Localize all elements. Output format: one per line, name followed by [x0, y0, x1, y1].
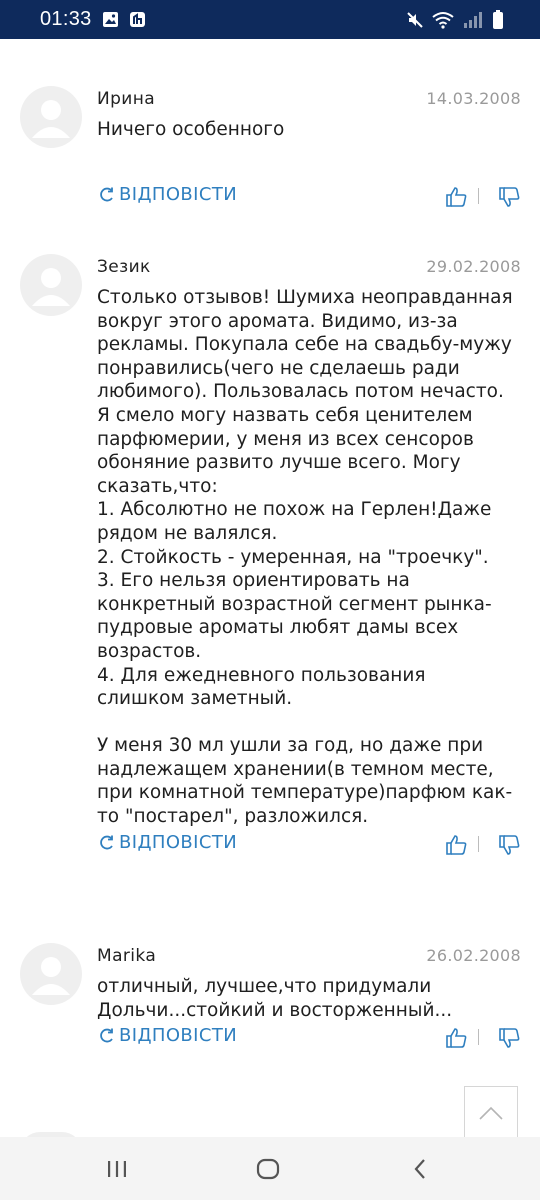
user-placeholder-icon — [32, 268, 70, 306]
like-button[interactable] — [445, 185, 469, 213]
user-placeholder-icon — [32, 100, 70, 138]
comment-actions: ВІДПОВІСТИ — [0, 1025, 540, 1053]
dislike-button[interactable] — [498, 1026, 522, 1054]
reply-button[interactable]: ВІДПОВІСТИ — [97, 1025, 237, 1046]
comment-author: Зезик — [97, 257, 151, 277]
dislike-button[interactable] — [498, 185, 522, 213]
thumbs-up-icon — [446, 187, 467, 207]
comment-text: Ничего особенного — [97, 119, 285, 140]
avatar — [20, 254, 82, 316]
reply-icon — [100, 835, 113, 849]
chevron-up-icon — [479, 1106, 503, 1120]
rating-divider — [478, 836, 479, 852]
comments-list[interactable]: Ирина 14.03.2008 Ничего особенного ВІДПО… — [0, 39, 540, 1137]
comment-actions: ВІДПОВІСТИ — [0, 832, 540, 860]
status-right — [406, 9, 504, 30]
status-time: 01:33 — [40, 8, 92, 30]
reply-icon — [100, 1028, 113, 1042]
thumbs-down-icon — [499, 835, 520, 855]
comment-author: Ирина — [97, 89, 156, 109]
reply-icon — [100, 187, 113, 201]
back-to-top-button[interactable] — [464, 1086, 518, 1140]
battery-icon — [492, 9, 504, 30]
comment-date: 29.02.2008 — [426, 257, 521, 276]
user-placeholder-icon — [32, 957, 70, 995]
wifi-icon — [432, 11, 454, 29]
thumbs-up-icon — [446, 835, 467, 855]
reply-button[interactable]: ВІДПОВІСТИ — [97, 184, 237, 205]
thumbs-down-icon — [499, 187, 520, 207]
home-icon — [256, 1158, 280, 1180]
like-button[interactable] — [445, 833, 469, 861]
comment-actions: ВІДПОВІСТИ — [0, 184, 540, 212]
comment-text: отличный, лучшее,что придумали Дольчи...… — [97, 976, 453, 1021]
thumbs-up-icon — [446, 1028, 467, 1048]
rating-divider — [478, 1029, 479, 1045]
reply-label: ВІДПОВІСТИ — [119, 1025, 238, 1046]
like-button[interactable] — [445, 1026, 469, 1054]
recent-apps-button[interactable] — [102, 1155, 132, 1183]
signal-icon — [462, 11, 484, 29]
back-button[interactable] — [405, 1155, 435, 1183]
comment-text: Столько отзывов! Шумиха неоправданная во… — [97, 287, 513, 828]
notification-icon — [129, 11, 146, 28]
avatar — [20, 86, 82, 148]
back-icon — [414, 1159, 425, 1179]
status-bar: 01:33 — [0, 0, 540, 39]
gallery-icon — [102, 11, 119, 28]
comment-date: 14.03.2008 — [426, 89, 521, 108]
comment-date: 26.02.2008 — [426, 946, 521, 965]
rating-divider — [478, 188, 479, 204]
thumbs-down-icon — [499, 1028, 520, 1048]
reply-label: ВІДПОВІСТИ — [119, 184, 238, 205]
status-left: 01:33 — [40, 8, 146, 31]
comment-author: Marika — [97, 946, 157, 966]
reply-button[interactable]: ВІДПОВІСТИ — [97, 832, 237, 853]
avatar — [20, 943, 82, 1005]
dislike-button[interactable] — [498, 833, 522, 861]
reply-label: ВІДПОВІСТИ — [119, 832, 238, 853]
recent-apps-icon — [108, 1161, 126, 1177]
mute-icon — [406, 11, 424, 29]
home-button[interactable] — [253, 1155, 283, 1183]
system-nav-bar — [0, 1137, 540, 1200]
